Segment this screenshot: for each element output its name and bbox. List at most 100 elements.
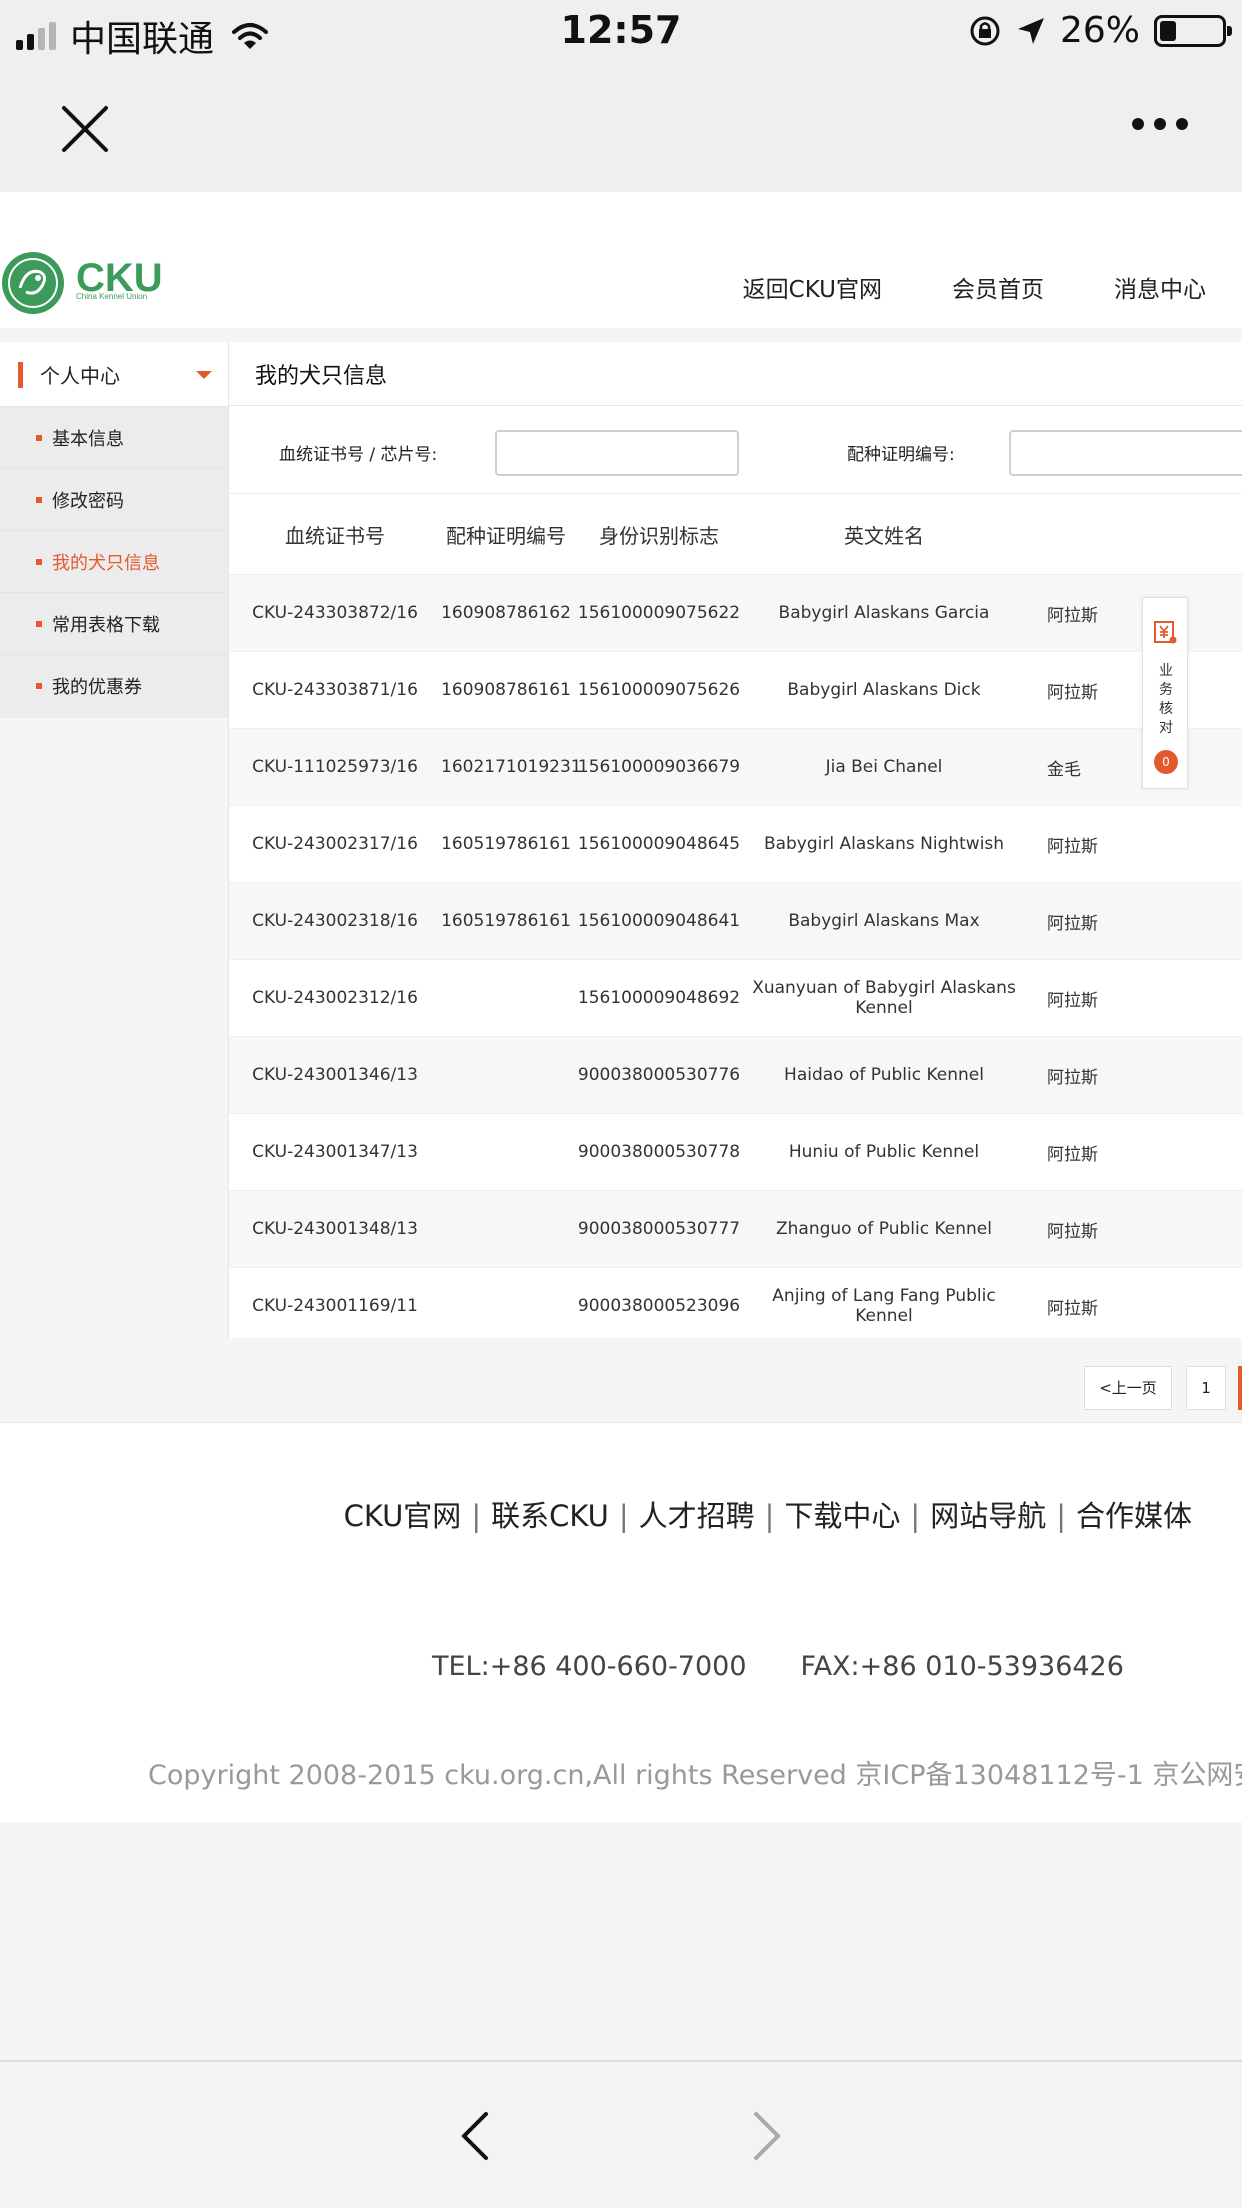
site-header: CKU China Kennel Union 返回CKU官网 会员首页 消息中心 [0, 192, 1242, 328]
nav-member-home[interactable]: 会员首页 [952, 270, 1044, 304]
status-right: 26% [968, 10, 1232, 51]
browser-navbar [0, 62, 1242, 192]
pedigree-number-cell: CKU-111025973/16 [252, 757, 418, 777]
table-row[interactable]: CKU-243001346/13 900038000530776 Haidao of… [229, 1036, 1242, 1113]
column-header: 英文姓名 [844, 523, 924, 548]
table-header: 血统证书号 配种证明编号 身份识别标志 英文姓名 [229, 494, 1242, 574]
sidebar-item-label: 修改密码 [52, 490, 124, 512]
browser-toolbar [0, 2060, 1242, 2208]
english-name-cell: Haidao of Public Kennel [784, 1065, 984, 1085]
close-icon[interactable] [58, 102, 112, 156]
footer-link[interactable]: 人才招聘 [639, 1499, 755, 1533]
footer-separator: | [1056, 1499, 1066, 1533]
table-row[interactable]: CKU-243001348/13 900038000530777 Zhanguo o… [229, 1190, 1242, 1267]
footer-separator: | [764, 1499, 775, 1533]
footer-separator: | [910, 1499, 921, 1533]
id-mark-cell: 900038000530776 [577, 1065, 741, 1085]
battery-fill [1160, 20, 1176, 41]
web-page: CKU China Kennel Union 返回CKU官网 会员首页 消息中心… [0, 192, 1242, 1822]
footer-link[interactable]: 合作媒体 [1076, 1499, 1192, 1533]
breed-cell: 阿拉斯 [1047, 1144, 1098, 1165]
footer-link[interactable]: 网站导航 [930, 1499, 1046, 1533]
table-row[interactable]: CKU-243002318/16 160519786161 156100009048… [229, 882, 1242, 959]
breed-cell: 阿拉斯 [1047, 605, 1098, 626]
breed-cell: 阿拉斯 [1047, 836, 1098, 857]
english-name-cell: Babygirl Alaskans Max [788, 911, 980, 931]
footer-link[interactable]: 联系CKU [491, 1499, 609, 1533]
sidebar-item-coupons[interactable]: 我的优惠券 [0, 654, 228, 716]
english-name-cell: Jia Bei Chanel [825, 757, 943, 777]
breeding-number-input[interactable] [1009, 430, 1242, 476]
more-options-icon[interactable] [1132, 118, 1188, 130]
table-row[interactable]: CKU-243002317/16 160519786161 156100009048… [229, 805, 1242, 882]
pedigree-number-cell: CKU-243001346/13 [252, 1065, 418, 1085]
bullet-icon [36, 620, 42, 627]
pedigree-number-cell: CKU-243001347/13 [252, 1142, 418, 1162]
sidebar-header[interactable]: 个人中心 [0, 342, 228, 406]
table-row[interactable]: CKU-243002312/16 156100009048692 Xuanyuan … [229, 959, 1242, 1036]
site-footer: CKU官网 | 联系CKU | 人才招聘 | 下载中心 | 网站导航 | 合作媒体 TEL:+86 … [0, 1422, 1242, 1822]
english-name-cell: Babygirl Alaskans Garcia [778, 603, 990, 623]
notification-badge: 0 [1154, 750, 1178, 774]
breed-cell: 阿拉斯 [1047, 1298, 1098, 1319]
sidebar-item-label: 我的犬只信息 [52, 552, 160, 574]
nav-messages[interactable]: 消息中心 [1114, 270, 1206, 304]
breeding-filter-label: 配种证明编号: [847, 445, 955, 465]
business-check-widget[interactable]: 业务核对 0 [1142, 597, 1188, 789]
status-bar: 中国联通 12:57 26% [0, 0, 1242, 62]
id-mark-cell: 156100009048645 [577, 834, 741, 854]
back-arrow-icon[interactable] [458, 2110, 490, 2162]
english-name-cell: Xuanyuan of Babygirl Alaskans Kennel [752, 978, 1016, 1018]
breeding-number-cell: 1602171019231 [441, 757, 582, 777]
footer-link[interactable]: CKU官网 [344, 1499, 462, 1533]
footer-copyright: Copyright 2008-2015 cku.org.cn,All right… [148, 1760, 1242, 1791]
sidebar-item-change-password[interactable]: 修改密码 [0, 468, 228, 530]
breeding-number-cell: 160519786161 [441, 911, 571, 931]
prev-page-button[interactable]: <上一页 [1084, 1366, 1172, 1410]
id-mark-cell: 156100009075626 [577, 680, 741, 700]
table-row[interactable]: CKU-111025973/16 1602171019231 15610000903… [229, 728, 1242, 805]
footer-links: CKU官网 | 联系CKU | 人才招聘 | 下载中心 | 网站导航 | 合作媒体 [344, 1493, 1192, 1535]
table-row[interactable]: CKU-243001169/11 900038000523096 Anjing of… [229, 1267, 1242, 1344]
breed-cell: 阿拉斯 [1047, 682, 1098, 703]
page-1-button[interactable]: 1 [1186, 1366, 1226, 1410]
forward-arrow-icon[interactable] [752, 2110, 784, 2162]
breeding-number-cell: 160908786162 [441, 603, 571, 623]
table-row[interactable]: CKU-243303872/16 160908786162 156100009075… [229, 574, 1242, 651]
nav-cku-home[interactable]: 返回CKU官网 [743, 270, 882, 304]
pedigree-filter-label: 血统证书号 / 芯片号: [279, 445, 438, 465]
footer-contact: TEL:+86 400-660-7000 FAX:+86 010-53936426 [432, 1651, 1124, 1682]
business-check-label: 业务核对 [1159, 663, 1173, 736]
bullet-icon [36, 434, 42, 441]
next-page-edge[interactable] [1238, 1366, 1242, 1410]
logo-subtitle: China Kennel Union [76, 292, 148, 301]
id-mark-cell: 156100009048692 [577, 988, 741, 1008]
pedigree-number-cell: CKU-243002312/16 [252, 988, 418, 1008]
pedigree-number-cell: CKU-243001169/11 [252, 1296, 418, 1316]
pedigree-number-input[interactable] [495, 430, 739, 476]
english-name-cell: Babygirl Alaskans Nightwish [763, 834, 1005, 854]
table-row[interactable]: CKU-243001347/13 900038000530778 Huniu of … [229, 1113, 1242, 1190]
id-mark-cell: 156100009075622 [577, 603, 741, 623]
cku-emblem-icon [2, 252, 64, 314]
battery-icon [1154, 14, 1232, 47]
pagination: <上一页 1 [0, 1352, 1242, 1422]
main-panel: 我的犬只信息 血统证书号 / 芯片号: 配种证明编号: 血统证书号 配种证明编号… [228, 342, 1242, 1338]
english-name-cell: Zhanguo of Public Kennel [776, 1219, 992, 1239]
battery-percent: 26% [1059, 10, 1140, 51]
breeding-number-cell: 160519786161 [441, 834, 571, 854]
sidebar-item-basic-info[interactable]: 基本信息 [0, 406, 228, 468]
table-row[interactable]: CKU-243303871/16 160908786161 156100009075… [229, 651, 1242, 728]
bullet-icon [36, 682, 42, 689]
bullet-icon [36, 558, 42, 565]
english-name-cell: Huniu of Public Kennel [788, 1142, 980, 1162]
column-header: 身份识别标志 [599, 523, 719, 548]
sidebar-item-forms-download[interactable]: 常用表格下载 [0, 592, 228, 654]
footer-link[interactable]: 下载中心 [784, 1499, 900, 1533]
dog-table: 血统证书号 配种证明编号 身份识别标志 英文姓名 CKU-243303872/1… [229, 494, 1242, 1344]
column-header: 配种证明编号 [446, 523, 566, 548]
breed-cell: 阿拉斯 [1047, 913, 1098, 934]
filter-bar: 血统证书号 / 芯片号: 配种证明编号: [229, 406, 1242, 494]
sidebar-item-my-dogs[interactable]: 我的犬只信息 [0, 530, 228, 592]
cku-logo[interactable]: CKU [0, 250, 163, 316]
